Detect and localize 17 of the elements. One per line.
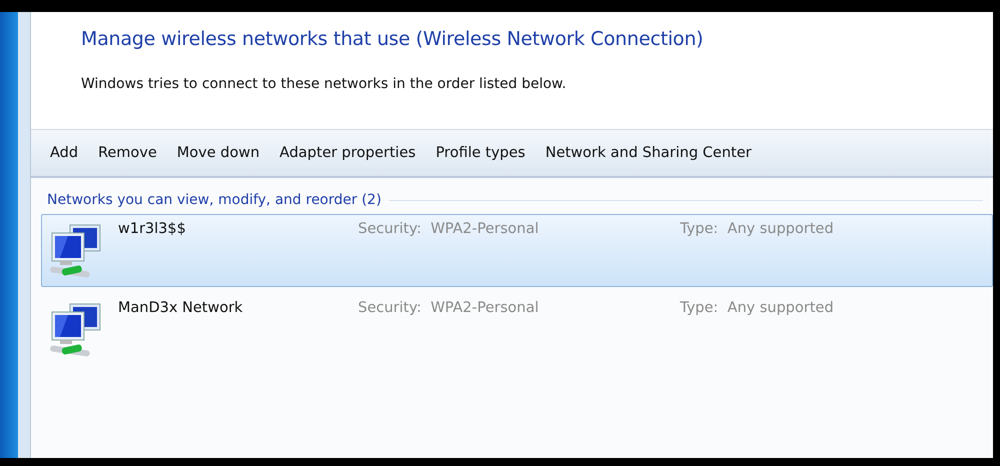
type-text: Type: Any supported [680,221,835,239]
network-row[interactable]: w1r3l3$$ Security: WPA2-Personal Type: Any supported [41,214,993,287]
page-title: Manage wireless networks that use (Wireless Network Connection) [81,28,704,50]
toolbar-button[interactable]: Remove [89,141,166,165]
network-name: w1r3l3$$ [118,221,187,239]
toolbar-button[interactable]: Profile types [426,141,534,165]
type-text: Type: Any supported [680,300,835,318]
toolbar-button[interactable]: Add [41,141,88,165]
network-name: ManD3x Network [118,300,244,318]
description-text: Windows tries to connect to these networks in the order listed below. [81,76,568,92]
toolbar-button[interactable]: Adapter properties [270,141,425,165]
toolbar-button[interactable]: Move down [168,141,269,165]
security-text: Security: WPA2-Personal [358,300,540,318]
network-row[interactable]: ManD3x Network Security: WPA2-Personal Type: Any supported [41,293,993,366]
security-text: Security: WPA2-Personal [358,221,540,239]
toolbar-button[interactable]: Network and Sharing Center [536,141,760,165]
group-header: Networks you can view, modify, and reorder (2) [47,192,382,208]
